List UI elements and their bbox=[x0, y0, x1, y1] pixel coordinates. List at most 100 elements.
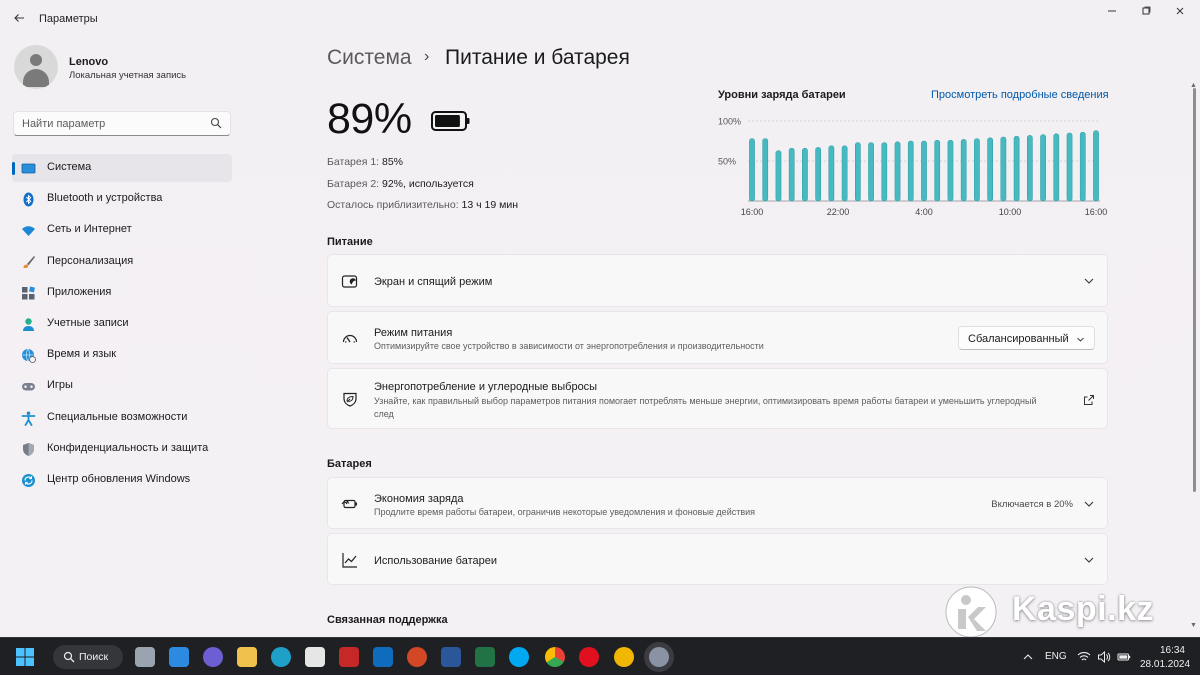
chart-bar[interactable] bbox=[802, 147, 808, 202]
search-icon[interactable] bbox=[210, 117, 222, 129]
chart-bar[interactable] bbox=[854, 142, 861, 202]
chart-bar[interactable] bbox=[894, 141, 901, 202]
wifi-icon[interactable] bbox=[1077, 650, 1091, 664]
pdf-reader-icon[interactable] bbox=[339, 647, 359, 667]
taskbar-battery-icon[interactable] bbox=[1117, 650, 1131, 664]
sidebar-item-bluetooth[interactable]: Bluetooth и устройства bbox=[12, 185, 232, 213]
edge-browser-icon[interactable] bbox=[271, 647, 291, 667]
battery-usage-card[interactable]: Использование батареи bbox=[327, 533, 1108, 585]
chart-bar[interactable] bbox=[868, 142, 874, 202]
chart-bar[interactable] bbox=[841, 145, 848, 202]
chart-bar[interactable] bbox=[1026, 135, 1033, 202]
archive-app-icon[interactable] bbox=[614, 647, 634, 667]
stat-value: 85% bbox=[382, 156, 404, 168]
x-tick-label: 16:00 bbox=[741, 207, 764, 217]
widgets-icon[interactable] bbox=[169, 647, 189, 667]
sidebar-item-accounts[interactable]: Учетные записи bbox=[12, 310, 232, 338]
sidebar-item-label: Система bbox=[47, 161, 92, 173]
chart-bar[interactable] bbox=[947, 139, 954, 202]
chart-bar[interactable] bbox=[921, 140, 927, 202]
volume-icon[interactable] bbox=[1097, 650, 1111, 664]
sidebar-item-apps[interactable]: Приложения bbox=[12, 279, 232, 307]
chart-bar[interactable] bbox=[775, 150, 782, 202]
back-button[interactable] bbox=[10, 9, 28, 27]
chart-bar[interactable] bbox=[1093, 130, 1099, 202]
chevron-down-icon[interactable] bbox=[1083, 275, 1095, 287]
sidebar-item-label: Время и язык bbox=[47, 348, 117, 361]
chart-bar[interactable] bbox=[788, 147, 795, 202]
sidebar-item-time-language[interactable]: Время и язык bbox=[12, 341, 232, 369]
chart-bar[interactable] bbox=[1066, 132, 1073, 202]
chart-bar[interactable] bbox=[974, 138, 980, 202]
battery-percent: 89% bbox=[327, 95, 412, 143]
battery-icon bbox=[431, 111, 470, 131]
battery-1-stat: Батарея 1: 85% bbox=[327, 156, 403, 168]
sidebar-item-windows-update[interactable]: Центр обновления Windows bbox=[12, 466, 232, 494]
chart-bar[interactable] bbox=[1053, 133, 1060, 202]
chart-bar[interactable] bbox=[987, 137, 994, 202]
chart-bar[interactable] bbox=[749, 138, 755, 202]
scroll-down-arrow-icon[interactable]: ▼ bbox=[1190, 622, 1197, 629]
sidebar-item-gaming[interactable]: Игры bbox=[12, 372, 232, 400]
sidebar-item-personalization[interactable]: Персонализация bbox=[12, 248, 232, 276]
file-explorer-icon[interactable] bbox=[237, 647, 257, 667]
avatar[interactable] bbox=[14, 45, 58, 89]
maximize-button[interactable] bbox=[1134, 6, 1158, 20]
chevron-up-icon[interactable] bbox=[1021, 650, 1035, 664]
taskbar-date[interactable]: 28.01.2024 bbox=[1140, 659, 1190, 670]
chrome-icon[interactable] bbox=[545, 647, 565, 667]
excel-icon[interactable] bbox=[475, 647, 495, 667]
outlook-icon[interactable] bbox=[373, 647, 393, 667]
card-description: Узнайте, как правильный выбор параметров… bbox=[374, 396, 1037, 419]
scrollbar-thumb[interactable] bbox=[1193, 88, 1196, 492]
chart-bar[interactable] bbox=[934, 139, 941, 202]
opera-icon[interactable] bbox=[579, 647, 599, 667]
chart-bar[interactable] bbox=[762, 138, 769, 202]
sidebar-item-system[interactable]: Система bbox=[12, 154, 232, 182]
stat-label: Батарея 2: bbox=[327, 178, 380, 190]
power-mode-select[interactable]: Сбалансированный bbox=[958, 326, 1095, 350]
details-link[interactable]: Просмотреть подробные сведения bbox=[931, 89, 1109, 101]
external-link-icon[interactable] bbox=[1083, 394, 1095, 406]
title-bar: Параметры bbox=[0, 0, 1200, 38]
screen-sleep-card[interactable]: Экран и спящий режим bbox=[327, 254, 1108, 307]
avatar-body-shape bbox=[23, 69, 49, 87]
chart-bar[interactable] bbox=[907, 140, 914, 202]
chart-bar[interactable] bbox=[1000, 136, 1007, 202]
minimize-button[interactable] bbox=[1100, 6, 1124, 20]
settings-gear-icon[interactable] bbox=[649, 647, 669, 667]
close-button[interactable] bbox=[1168, 6, 1192, 20]
card-title: Энергопотребление и углеродные выбросы bbox=[374, 381, 598, 393]
sidebar-item-accessibility[interactable]: Специальные возможности bbox=[12, 404, 232, 432]
search-box[interactable] bbox=[13, 111, 231, 136]
breadcrumb-parent[interactable]: Система bbox=[327, 46, 412, 70]
skype-icon[interactable] bbox=[509, 647, 529, 667]
sidebar-item-network[interactable]: Сеть и Интернет bbox=[12, 216, 232, 244]
chart-bar[interactable] bbox=[960, 139, 967, 202]
teams-chat-icon[interactable] bbox=[203, 647, 223, 667]
windows-start-icon[interactable] bbox=[16, 648, 34, 666]
chart-bar[interactable] bbox=[1079, 131, 1086, 202]
chart-bar[interactable] bbox=[1040, 134, 1046, 202]
input-language[interactable]: ENG bbox=[1045, 651, 1067, 662]
chart-bar[interactable] bbox=[1013, 135, 1020, 202]
chart-bar[interactable] bbox=[881, 142, 888, 202]
apps-icon bbox=[22, 286, 35, 300]
microsoft-store-icon[interactable] bbox=[305, 647, 325, 667]
card-title: Экран и спящий режим bbox=[374, 276, 493, 288]
accessibility-icon bbox=[21, 411, 36, 426]
battery-saver-card[interactable]: Экономия заряда Продлите время работы ба… bbox=[327, 477, 1108, 529]
task-view-icon[interactable] bbox=[135, 647, 155, 667]
energy-emissions-card[interactable]: Энергопотребление и углеродные выбросы У… bbox=[327, 368, 1108, 429]
avatar-head-shape bbox=[30, 54, 42, 66]
sidebar-item-privacy[interactable]: Конфиденциальность и защита bbox=[12, 435, 232, 463]
search-input[interactable] bbox=[22, 116, 202, 132]
powerpoint-icon[interactable] bbox=[407, 647, 427, 667]
taskbar-time[interactable]: 16:34 bbox=[1150, 645, 1185, 656]
chart-bar[interactable] bbox=[828, 145, 835, 202]
chevron-down-icon[interactable] bbox=[1083, 498, 1095, 510]
word-icon[interactable] bbox=[441, 647, 461, 667]
chart-bar[interactable] bbox=[815, 147, 822, 202]
chevron-down-icon[interactable] bbox=[1083, 554, 1095, 566]
taskbar-search[interactable]: Поиск bbox=[53, 645, 123, 669]
